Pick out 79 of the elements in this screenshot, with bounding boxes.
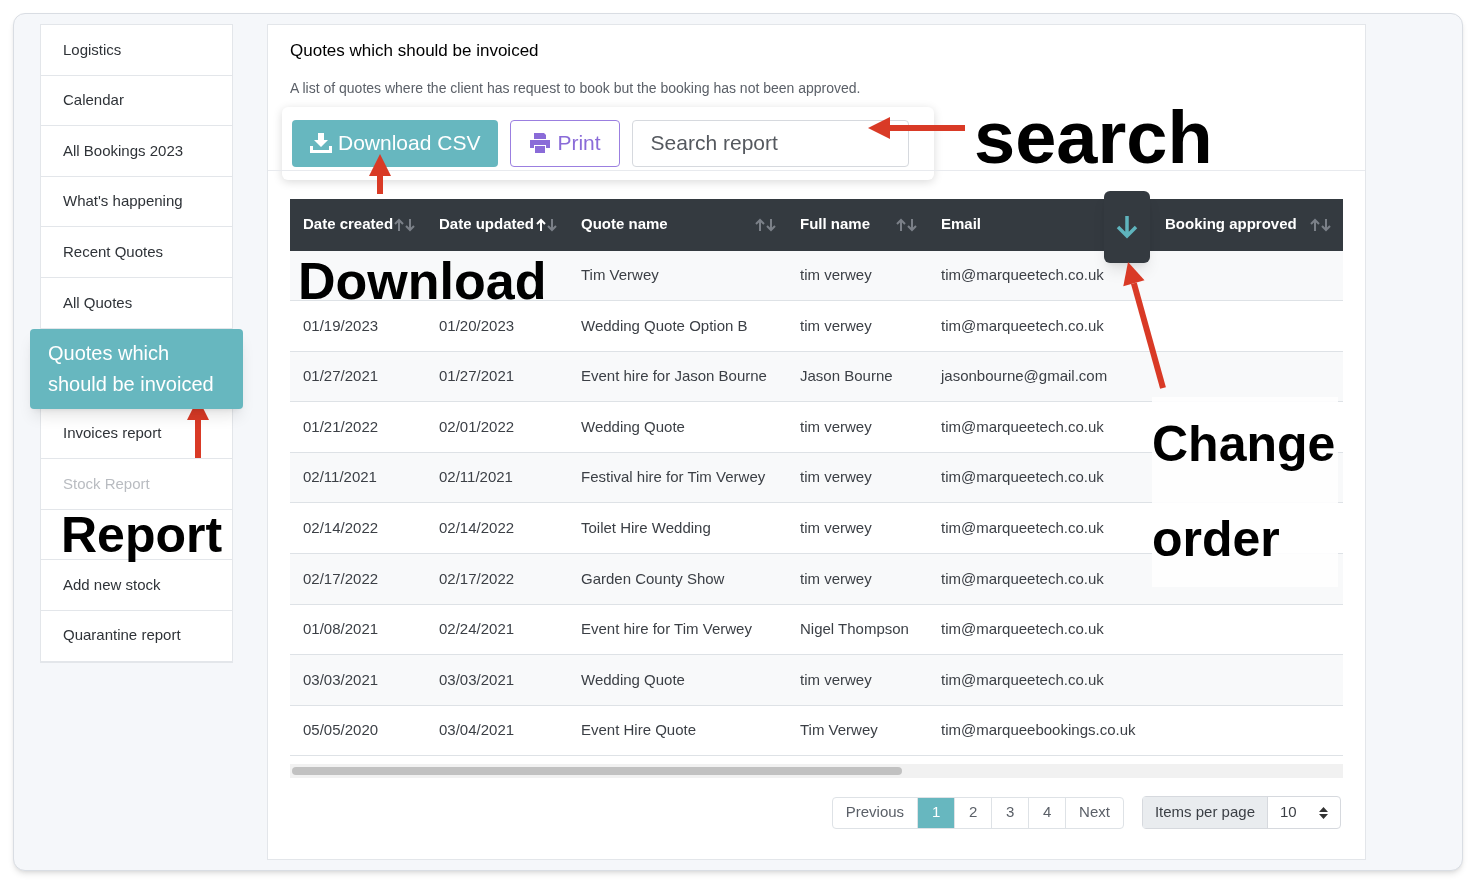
table-cell-text: Wedding Quote xyxy=(581,416,685,437)
next-button[interactable]: Next xyxy=(1066,797,1123,828)
table-cell-text: Toilet Hire Wedding xyxy=(581,518,711,538)
search-field[interactable]: Search report xyxy=(631,119,909,167)
sidebar-item[interactable]: All Bookings 2023 xyxy=(41,126,232,177)
annotation-label: search xyxy=(974,101,1213,175)
table-cell-text: Nigel Thompson xyxy=(800,619,909,640)
table-cell-text: tim@marqueetech.co.uk xyxy=(941,416,1104,437)
table-cell-text: 02/11/2021 xyxy=(439,467,513,488)
table-cell-text: 02/01/2022 xyxy=(439,416,515,437)
sidebar-item[interactable]: What's happening xyxy=(41,176,232,228)
table-cell-text: tim@marqueetech.co.uk xyxy=(941,568,1104,589)
annotation-label: Report xyxy=(61,509,223,560)
sidebar-item[interactable]: Logistics xyxy=(41,25,232,76)
page-button[interactable]: 4 xyxy=(1029,797,1067,828)
table-cell-text: 03/03/2021 xyxy=(303,669,379,690)
column-header[interactable]: Quote name xyxy=(568,198,787,251)
annotation-label: Change order xyxy=(1152,396,1338,587)
scrollbar-thumb[interactable] xyxy=(292,767,902,776)
arrow-down-icon xyxy=(1114,213,1140,240)
table-cell-text: Jason Bourne xyxy=(800,366,893,387)
column-header[interactable]: Booking approved xyxy=(1152,198,1342,251)
annotation-arrow xyxy=(369,154,391,194)
page-description: A list of quotes where the client has request to book but the booking has not been approved. xyxy=(290,78,862,98)
page-button[interactable]: 2 xyxy=(955,797,993,828)
table-cell-text: 01/20/2023 xyxy=(439,315,515,336)
table-cell-text: tim verwey xyxy=(800,568,872,589)
table-cell-text: tim verwey xyxy=(800,265,872,286)
table-cell-text: Tim Verwey xyxy=(800,720,878,741)
table-cell-text: Tim Verwey xyxy=(581,265,659,286)
column-header[interactable]: Full name xyxy=(787,198,928,251)
table-cell-text: jasonbourne@gmail.com xyxy=(941,366,1108,387)
table-cell-text: Wedding Quote xyxy=(581,669,685,690)
table-cell-text: 05/05/2020 xyxy=(303,720,379,741)
table-cell-text: tim@marqueetech.co.uk xyxy=(941,669,1104,690)
table-cell-text: 02/14/2022 xyxy=(303,518,379,538)
table-cell-text: Event Hire Quote xyxy=(581,720,697,741)
table-cell-text: 02/17/2022 xyxy=(439,568,515,589)
table-cell-text: Event hire for Tim Verwey xyxy=(581,619,752,640)
printer-icon xyxy=(529,133,552,153)
table-cell-text: tim@marqueetech.co.uk xyxy=(941,518,1104,538)
sort-icon[interactable] xyxy=(536,217,558,232)
table-cell-text: tim@marqueetech.co.uk xyxy=(941,315,1104,336)
table-cell-text: tim@marqueebookings.co.uk xyxy=(941,720,1136,741)
table-cell-text: tim verwey xyxy=(800,518,872,538)
page-button[interactable]: 3 xyxy=(992,797,1030,828)
table-cell-text: 01/27/2021 xyxy=(439,366,515,387)
table-cell-text: Event hire for Jason Bourne xyxy=(581,366,767,387)
column-header[interactable]: Date updated xyxy=(426,198,568,251)
table-cell-text: 01/19/2023 xyxy=(303,315,379,336)
table-cell-text: tim@marqueetech.co.uk xyxy=(941,265,1104,286)
table-cell-text: 01/21/2022 xyxy=(303,416,379,437)
sidebar-item[interactable]: All Quotes xyxy=(41,277,232,329)
table-cell-text: 02/14/2022 xyxy=(439,518,515,538)
table-cell-text: Wedding Quote Option B xyxy=(581,315,748,336)
table-cell-text: 01/27/2021 xyxy=(303,366,379,387)
table-cell-text: 03/04/2021 xyxy=(439,720,515,741)
sidebar-item[interactable]: Calendar xyxy=(41,75,232,127)
table-cell-text: tim verwey xyxy=(800,315,872,336)
download-icon xyxy=(310,133,332,153)
column-header[interactable]: Date created xyxy=(290,198,426,251)
column-header[interactable]: Email xyxy=(928,198,1152,251)
table-cell-text: 02/24/2021 xyxy=(439,619,515,640)
print-button[interactable]: Print xyxy=(510,119,620,167)
table-cell-text: tim@marqueetech.co.uk xyxy=(941,467,1104,488)
sidebar-item[interactable]: Recent Quotes xyxy=(41,227,232,278)
table-cell-text: Festival hire for Tim Verwey xyxy=(581,467,766,488)
table-cell-text: tim verwey xyxy=(800,467,872,488)
table-cell-text: 02/11/2021 xyxy=(303,467,377,488)
table-cell-text: 01/08/2021 xyxy=(303,619,379,640)
table-cell-text: Garden County Show xyxy=(581,568,725,589)
table-cell-text: tim verwey xyxy=(800,416,872,437)
table-cell-text: tim verwey xyxy=(800,669,872,690)
table-cell-text: 02/17/2022 xyxy=(303,568,379,589)
sidebar-item[interactable]: Quarantine report xyxy=(41,610,232,662)
table-cell-text: tim@marqueetech.co.uk xyxy=(941,619,1104,640)
annotation-label: Download xyxy=(298,254,547,307)
table-cell-text: 03/03/2021 xyxy=(439,669,515,690)
page-title: Quotes which should be invoiced xyxy=(290,40,540,62)
